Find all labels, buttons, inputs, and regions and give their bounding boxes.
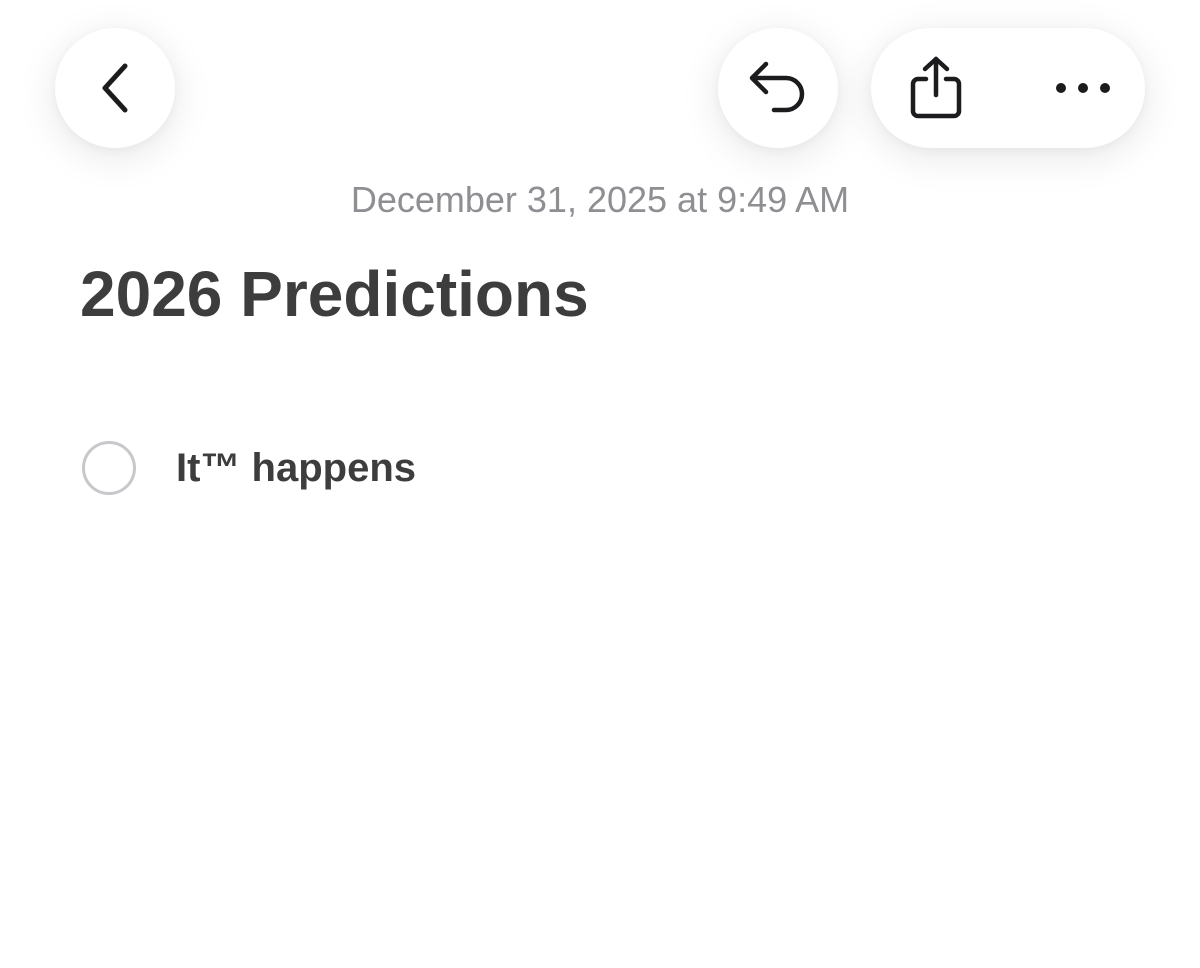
ellipsis-icon xyxy=(1053,81,1113,95)
actions-pill xyxy=(871,28,1145,148)
checklist-item-text[interactable]: It™ happens xyxy=(176,444,416,492)
more-options-button[interactable] xyxy=(1033,28,1133,148)
back-button[interactable] xyxy=(55,28,175,148)
share-button[interactable] xyxy=(891,28,981,148)
share-icon xyxy=(908,55,964,121)
note-screen: December 31, 2025 at 9:49 AM 2026 Predic… xyxy=(0,0,1200,968)
note-timestamp: December 31, 2025 at 9:49 AM xyxy=(350,179,850,220)
note-title[interactable]: 2026 Predictions xyxy=(80,256,589,332)
undo-arrow-icon xyxy=(748,60,808,116)
undo-button[interactable] xyxy=(718,28,838,148)
chevron-left-icon xyxy=(97,60,133,116)
checklist-item[interactable]: It™ happens xyxy=(82,436,416,500)
checklist-checkbox[interactable] xyxy=(82,441,136,495)
